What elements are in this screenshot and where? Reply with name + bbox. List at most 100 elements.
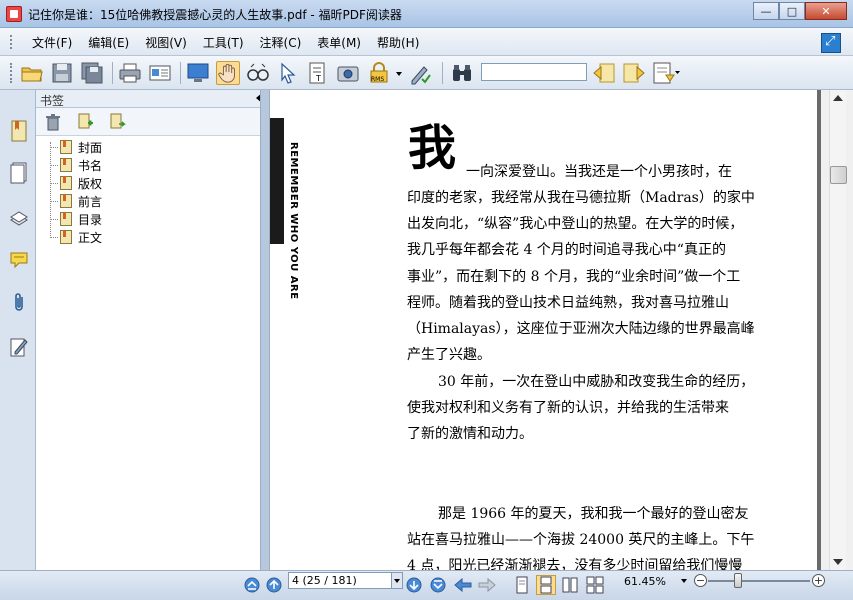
next-page-icon[interactable] xyxy=(406,577,422,593)
bookmark-label: 正文 xyxy=(78,230,103,245)
side-caption: REMEMBER WHO YOU ARE xyxy=(288,142,299,300)
menu-view[interactable]: 视图(V) xyxy=(137,34,195,51)
new-bookmark-icon[interactable] xyxy=(76,113,94,131)
go-forward-icon[interactable] xyxy=(478,577,496,593)
toolbar-separator xyxy=(442,62,443,84)
menu-file[interactable]: 文件(F) xyxy=(24,34,80,51)
zoom-slider-track[interactable] xyxy=(708,580,810,582)
side-subtitle: WHO YOU ARE xyxy=(288,213,299,300)
last-page-icon[interactable] xyxy=(430,577,446,593)
bookmark-item[interactable]: 目录 xyxy=(50,210,102,228)
document-view[interactable]: REMEMBER WHO YOU ARE 我 一向深爱登山。当我还是一个小男孩时… xyxy=(270,90,821,570)
monitor-icon[interactable] xyxy=(186,61,210,85)
zoom-dropdown-icon[interactable] xyxy=(681,579,687,583)
fullscreen-icon[interactable] xyxy=(821,33,841,53)
add-child-bookmark-icon[interactable] xyxy=(108,113,126,131)
menu-form[interactable]: 表单(M) xyxy=(309,34,369,51)
bookmark-icon xyxy=(60,194,72,208)
save-as-icon[interactable] xyxy=(80,61,104,85)
zoom-out-button[interactable]: − xyxy=(694,574,707,587)
bookmark-icon xyxy=(60,230,72,244)
go-back-icon[interactable] xyxy=(454,577,472,593)
menu-help[interactable]: 帮助(H) xyxy=(369,34,427,51)
bookmark-item[interactable]: 正文 xyxy=(50,228,102,246)
bookmark-tree: 封面 书名 版权 前言 目录 正文 xyxy=(36,136,268,570)
text-line: 那是 1966 年的夏天，我和我一个最好的登山密友 xyxy=(438,506,749,522)
find-input[interactable] xyxy=(481,63,587,81)
zoom-level[interactable]: 61.45% xyxy=(624,575,666,588)
title-bar: 记住你是谁：15位哈佛教授震撼心灵的人生故事.pdf - 福昕PDF阅读器 — … xyxy=(0,0,853,28)
window-title: 记住你是谁：15位哈佛教授震撼心灵的人生故事.pdf - 福昕PDF阅读器 xyxy=(28,8,402,22)
scroll-down-icon[interactable] xyxy=(833,559,843,565)
delete-bookmark-icon[interactable] xyxy=(44,113,62,131)
select-text-icon[interactable]: T xyxy=(306,61,330,85)
bookmark-icon xyxy=(60,158,72,172)
menu-comment[interactable]: 注释(C) xyxy=(252,34,310,51)
print-icon[interactable] xyxy=(118,61,142,85)
minimize-button[interactable]: — xyxy=(753,2,779,20)
bookmark-label: 目录 xyxy=(78,212,103,227)
facing-pages-icon[interactable] xyxy=(562,576,578,594)
text-line: 出发向北，“纵容”我心中登山的热望。在大学的时候， xyxy=(407,216,744,232)
snapshot-camera-icon[interactable] xyxy=(336,61,360,85)
previous-page-icon[interactable] xyxy=(266,577,282,593)
single-page-icon[interactable] xyxy=(514,576,530,594)
continuous-page-icon[interactable] xyxy=(536,575,556,595)
text-line: 产生了兴趣。 xyxy=(407,347,491,363)
continuous-facing-icon[interactable] xyxy=(586,576,604,594)
text-line: 站在喜马拉雅山——个海拔 24000 英尺的主峰上。下午 xyxy=(407,532,755,548)
scroll-up-icon[interactable] xyxy=(833,95,843,101)
page-number-field[interactable]: 4 (25 / 181) xyxy=(288,572,392,589)
zoom-glasses-icon[interactable] xyxy=(246,61,270,85)
open-folder-icon[interactable] xyxy=(20,61,44,85)
find-next-icon[interactable] xyxy=(622,61,646,85)
scrollbar-thumb[interactable] xyxy=(830,166,847,184)
menu-grip[interactable] xyxy=(10,35,13,49)
text-line: 30 年前，一次在登山中威胁和改变我生命的经历， xyxy=(438,374,755,390)
sign-pen-icon[interactable] xyxy=(408,61,432,85)
status-bar xyxy=(0,570,853,600)
close-button[interactable]: ✕ xyxy=(805,2,847,20)
first-page-icon[interactable] xyxy=(244,577,260,593)
svg-text:RMS: RMS xyxy=(371,76,384,83)
bookmark-panel-title: 书签 xyxy=(40,94,65,108)
rms-lock-icon[interactable]: RMS xyxy=(366,61,394,85)
drop-cap: 我 xyxy=(408,120,457,176)
scrollbar-track[interactable] xyxy=(829,90,847,570)
toolbar-grip[interactable] xyxy=(10,63,13,83)
bookmark-label: 书名 xyxy=(78,158,103,173)
bookmark-panel-header: 书签 xyxy=(36,90,268,108)
bookmark-item[interactable]: 前言 xyxy=(50,192,102,210)
rms-dropdown-icon[interactable] xyxy=(395,61,403,85)
menu-edit[interactable]: 编辑(E) xyxy=(80,34,137,51)
text-line: 了新的激情和动力。 xyxy=(407,426,533,442)
bookmark-label: 前言 xyxy=(78,194,103,209)
zoom-in-button[interactable]: + xyxy=(812,574,825,587)
text-line: 程师。随着我的登山技术日益纯熟，我对喜马拉雅山 xyxy=(407,295,729,311)
find-binoculars-icon[interactable] xyxy=(450,61,474,85)
toolbar-separator xyxy=(112,62,113,84)
toolbar: T RMS xyxy=(0,56,853,90)
maximize-button[interactable]: □ xyxy=(779,2,805,20)
hand-tool-icon[interactable] xyxy=(216,61,240,85)
menu-bar: 文件(F) 编辑(E) 视图(V) 工具(T) 注释(C) 表单(M) 帮助(H… xyxy=(0,28,853,56)
bookmark-icon xyxy=(60,140,72,154)
properties-icon[interactable] xyxy=(148,61,172,85)
menu-tools[interactable]: 工具(T) xyxy=(195,34,252,51)
bookmark-item[interactable]: 书名 xyxy=(50,156,102,174)
zoom-slider-thumb[interactable] xyxy=(734,573,742,588)
bookmark-label: 版权 xyxy=(78,176,103,191)
find-previous-icon[interactable] xyxy=(592,61,616,85)
search-options-icon[interactable] xyxy=(652,61,682,85)
panel-splitter[interactable] xyxy=(260,90,270,570)
bookmark-icon xyxy=(60,212,72,226)
select-cursor-icon[interactable] xyxy=(276,61,300,85)
vertical-scrollbar[interactable] xyxy=(821,90,853,570)
bookmark-item[interactable]: 封面 xyxy=(50,138,102,156)
bookmark-icon xyxy=(60,176,72,190)
bookmark-item[interactable]: 版权 xyxy=(50,174,102,192)
text-line: （Himalayas），这座位于亚洲次大陆边缘的世界最高峰 xyxy=(407,321,755,337)
save-icon[interactable] xyxy=(50,61,74,85)
page-dropdown-button[interactable] xyxy=(391,572,403,589)
bookmark-panel-toolbar xyxy=(36,108,268,136)
